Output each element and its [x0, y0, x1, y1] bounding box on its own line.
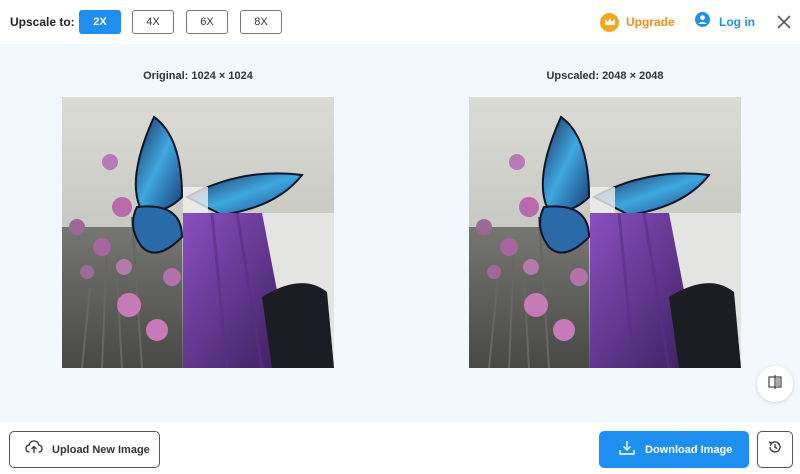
original-image	[62, 97, 334, 368]
scale-2x-button[interactable]: 2X	[79, 10, 121, 34]
compare-button[interactable]	[757, 366, 793, 402]
top-toolbar: Upscale to: 2X 4X 6X 8X Upgrade Log in	[0, 0, 800, 44]
compare-icon	[768, 374, 782, 394]
footer-bar: Upload New Image Download Image	[0, 422, 800, 474]
preview-area: Original: 1024 × 1024 Upscaled: 2048 × 2…	[0, 44, 800, 422]
upload-label: Upload New Image	[52, 443, 150, 456]
upgrade-label: Upgrade	[626, 15, 675, 29]
crown-icon	[600, 12, 619, 32]
cloud-upload-icon	[25, 440, 43, 459]
upscaled-image	[469, 97, 741, 368]
user-icon	[695, 12, 710, 32]
login-button[interactable]: Log in	[695, 12, 755, 32]
login-label: Log in	[719, 15, 755, 29]
upload-new-image-button[interactable]: Upload New Image	[9, 431, 160, 468]
scale-8x-button[interactable]: 8X	[240, 10, 282, 34]
upscaled-caption: Upscaled: 2048 × 2048	[546, 70, 664, 82]
upscale-label: Upscale to:	[10, 15, 75, 29]
original-caption: Original: 1024 × 1024	[143, 70, 253, 82]
history-icon	[767, 439, 783, 460]
history-button[interactable]	[757, 431, 793, 468]
scale-4x-button[interactable]: 4X	[132, 10, 174, 34]
download-icon	[619, 440, 635, 460]
upgrade-button[interactable]: Upgrade	[600, 12, 675, 32]
download-image-button[interactable]: Download Image	[599, 431, 749, 468]
download-label: Download Image	[645, 443, 733, 456]
close-icon[interactable]	[776, 14, 792, 30]
scale-6x-button[interactable]: 6X	[186, 10, 228, 34]
